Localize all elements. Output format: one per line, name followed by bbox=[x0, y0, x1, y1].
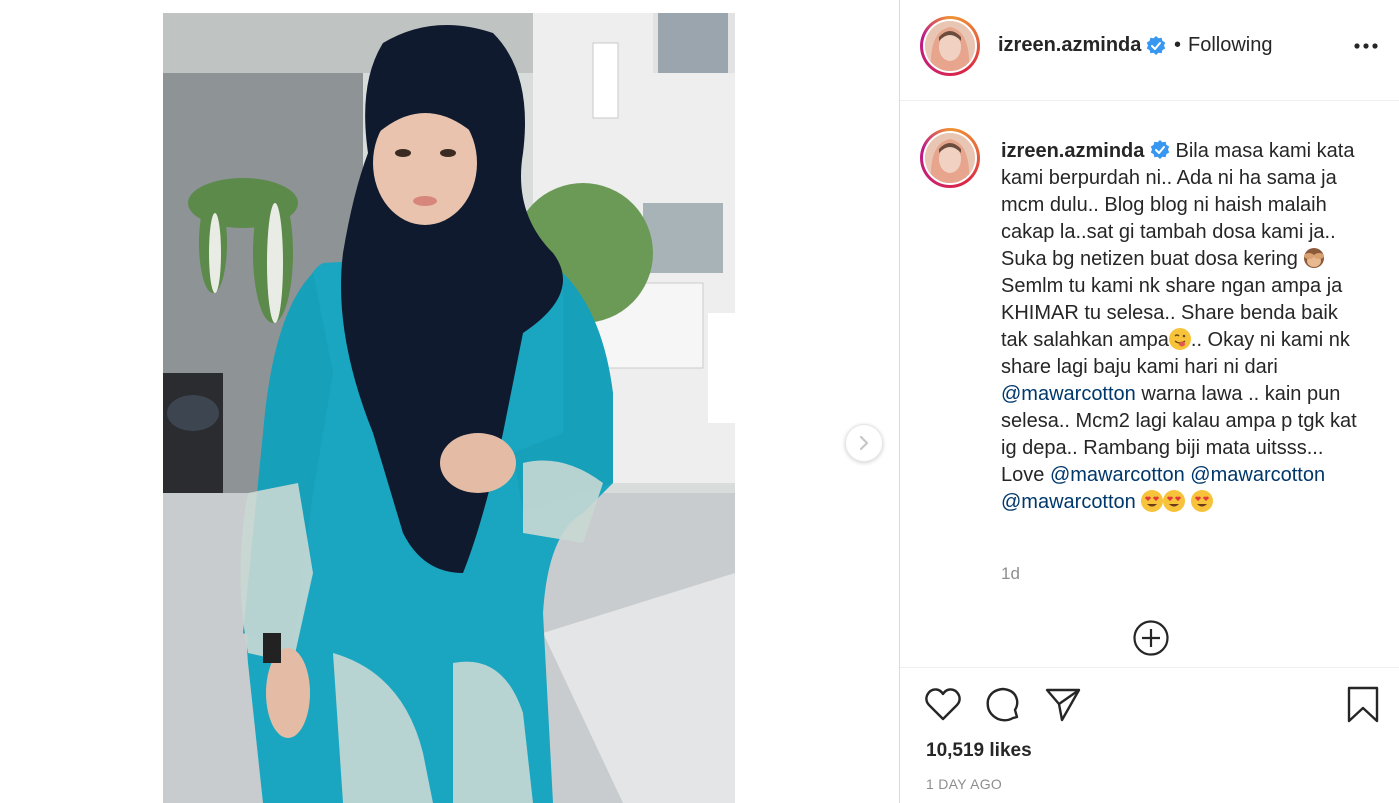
photo-illustration bbox=[163, 13, 735, 803]
verified-badge-icon bbox=[1150, 138, 1170, 165]
caption-username[interactable]: izreen.azminda bbox=[1001, 140, 1144, 162]
mention-link[interactable]: @mawarcotton bbox=[1190, 464, 1325, 486]
caption-author-avatar[interactable] bbox=[920, 128, 980, 188]
plus-circle-icon[interactable] bbox=[1132, 619, 1170, 662]
header-separator: • bbox=[1174, 34, 1182, 56]
paper-plane-icon[interactable] bbox=[1044, 686, 1082, 729]
post-header: izreen.azminda • Following bbox=[900, 0, 1399, 101]
following-button[interactable]: Following bbox=[1188, 34, 1272, 57]
media-area bbox=[0, 0, 899, 803]
heart-icon[interactable] bbox=[924, 686, 962, 727]
mention-link[interactable]: @mawarcotton bbox=[1001, 491, 1136, 513]
post-date[interactable]: 1 DAY AGO bbox=[926, 776, 1002, 792]
post-caption: izreen.azminda Bila masa kami kata kami … bbox=[1001, 138, 1361, 516]
next-photo-button[interactable] bbox=[845, 424, 883, 462]
heart-eyes-icon bbox=[1190, 490, 1213, 513]
chevron-right-icon bbox=[859, 435, 869, 451]
more-options-icon[interactable] bbox=[1354, 36, 1378, 61]
instagram-post-view: izreen.azminda • Following izreen.azmind… bbox=[0, 0, 1399, 803]
author-avatar[interactable] bbox=[920, 16, 980, 76]
bookmark-icon[interactable] bbox=[1346, 686, 1380, 729]
heart-eyes-icon bbox=[1141, 490, 1164, 513]
caption-age[interactable]: 1d bbox=[1001, 564, 1020, 584]
avatar-portrait bbox=[925, 21, 975, 71]
author-username[interactable]: izreen.azminda bbox=[998, 34, 1141, 57]
see-no-evil-monkey-icon bbox=[1303, 247, 1325, 269]
mention-link[interactable]: @mawarcotton bbox=[1001, 383, 1136, 405]
avatar-portrait bbox=[925, 133, 975, 183]
likes-count[interactable]: 10,519 likes bbox=[926, 740, 1032, 762]
post-photo[interactable] bbox=[163, 13, 735, 803]
tongue-face-icon bbox=[1168, 328, 1191, 351]
comment-icon[interactable] bbox=[984, 686, 1022, 729]
verified-badge-icon bbox=[1146, 36, 1166, 61]
post-side-panel: izreen.azminda • Following izreen.azmind… bbox=[899, 0, 1399, 803]
mention-link[interactable]: @mawarcotton bbox=[1050, 464, 1185, 486]
post-actions-bar: 10,519 likes 1 DAY AGO bbox=[900, 667, 1399, 803]
heart-eyes-icon bbox=[1163, 490, 1186, 513]
